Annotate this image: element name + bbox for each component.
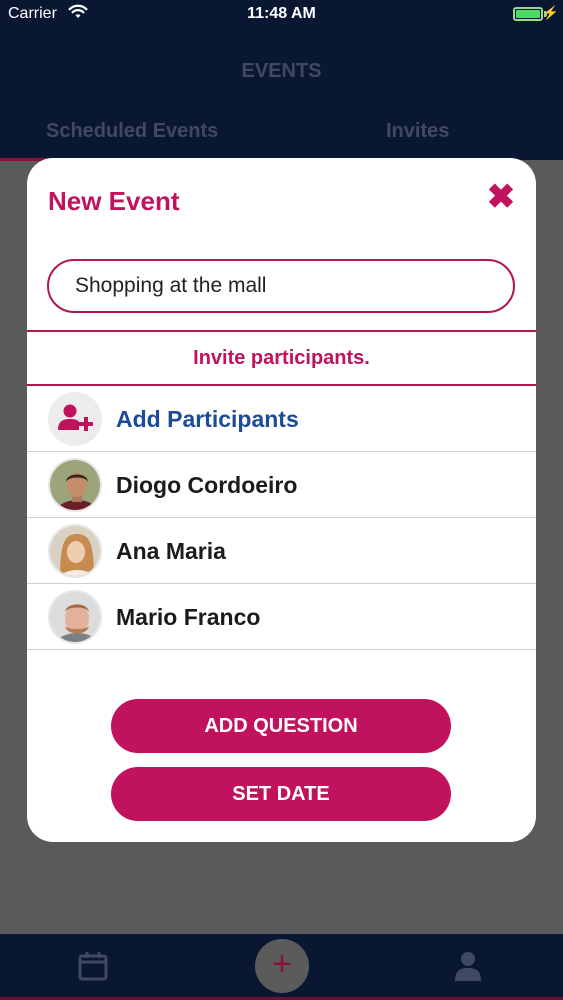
add-user-icon [58, 404, 93, 431]
status-bar: Carrier 11:48 AM ⚡ [0, 0, 563, 30]
participant-name: Ana Maria [116, 538, 226, 564]
add-participants-label: Add Participants [116, 406, 299, 432]
event-name-input[interactable] [47, 259, 515, 313]
add-user-avatar [48, 392, 102, 446]
list-item[interactable]: Mario Franco [27, 584, 536, 650]
avatar [48, 458, 102, 512]
clock: 11:48 AM [247, 5, 316, 22]
add-participants-row[interactable]: Add Participants [27, 386, 536, 452]
tab-scheduled-events[interactable]: Scheduled Events [46, 120, 218, 143]
avatar [48, 590, 102, 644]
participant-name: Mario Franco [116, 604, 261, 630]
user-icon[interactable] [454, 950, 482, 982]
list-item[interactable]: Ana Maria [27, 518, 536, 584]
app-header: Carrier 11:48 AM ⚡ EVENTS Scheduled Even… [0, 0, 563, 161]
add-question-button[interactable]: ADD QUESTION [111, 699, 451, 753]
set-date-button[interactable]: SET DATE [111, 767, 451, 821]
invite-participants-banner: Invite participants. [27, 330, 536, 386]
avatar [48, 524, 102, 578]
modal-title: New Event [48, 186, 180, 216]
participants-list: Add Participants Diogo Cordoeiro Ana Mar… [27, 386, 536, 650]
bottom-nav: + [0, 934, 563, 1000]
page-title: EVENTS [241, 60, 322, 82]
battery-icon [513, 7, 543, 21]
new-event-modal: New Event ✖ Invite participants. Add Par… [27, 158, 536, 842]
tab-invites[interactable]: Invites [386, 120, 449, 143]
list-item[interactable]: Diogo Cordoeiro [27, 452, 536, 518]
charging-icon: ⚡ [542, 5, 559, 20]
close-icon[interactable]: ✖ [486, 180, 516, 214]
plus-icon[interactable]: + [255, 939, 309, 993]
participant-name: Diogo Cordoeiro [116, 472, 298, 498]
calendar-icon[interactable] [77, 950, 109, 982]
